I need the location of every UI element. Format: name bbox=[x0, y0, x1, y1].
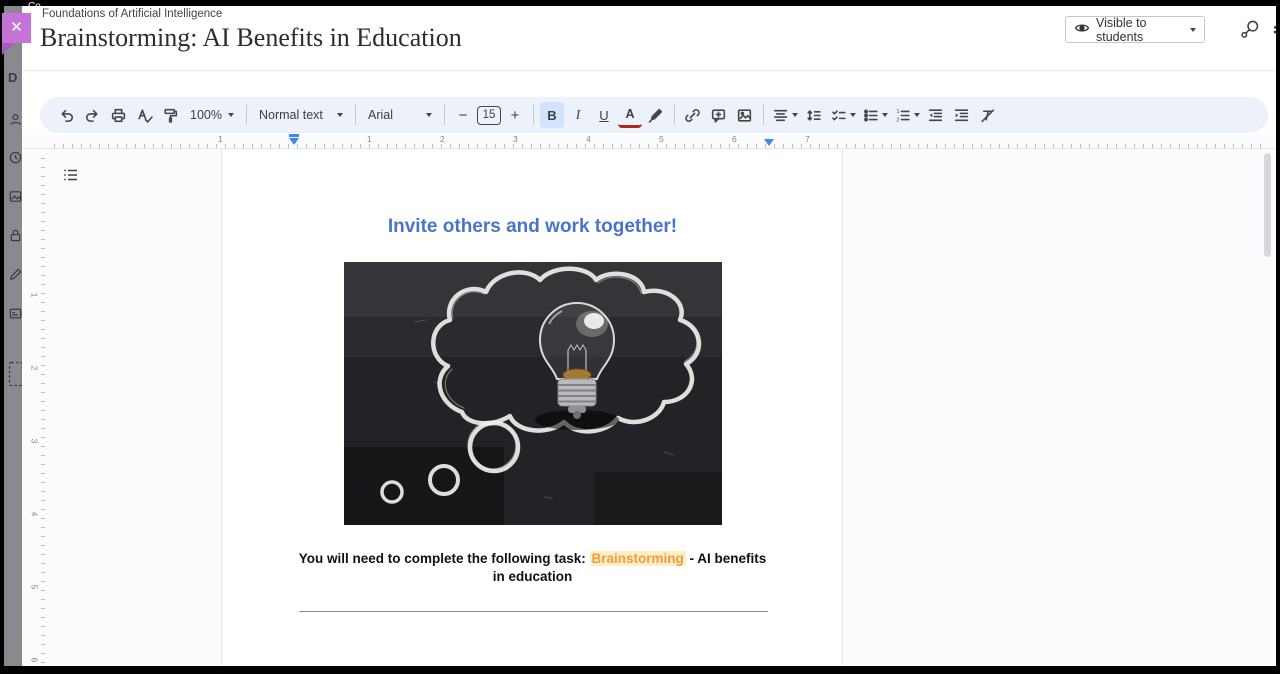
left-indent-marker[interactable] bbox=[289, 134, 299, 145]
ruler-number: 2 bbox=[440, 134, 445, 144]
bulleted-list-button[interactable] bbox=[860, 102, 890, 128]
lock-icon[interactable] bbox=[8, 228, 22, 248]
ruler-number: 3 bbox=[513, 134, 518, 144]
ruler-number: 6 bbox=[29, 658, 39, 663]
chevron-down-icon bbox=[228, 113, 234, 117]
doc-task-paragraph[interactable]: You will need to complete the following … bbox=[295, 550, 770, 585]
pencil-icon[interactable] bbox=[8, 267, 22, 287]
svg-text:2: 2 bbox=[897, 117, 900, 123]
close-button-tail bbox=[2, 43, 15, 55]
zoom-value: 100% bbox=[190, 108, 222, 122]
ruler-number: 1 bbox=[218, 134, 223, 144]
visibility-dropdown[interactable]: Visible to students bbox=[1065, 16, 1205, 43]
highlight-color-button[interactable] bbox=[644, 102, 668, 128]
editor-toolbar: 100% Normal text Arial − 15 + B I U A bbox=[40, 97, 1268, 133]
doc-heading[interactable]: Invite others and work together! bbox=[295, 216, 770, 238]
task-prefix: You will need to complete the following … bbox=[299, 551, 590, 566]
print-button[interactable] bbox=[106, 102, 130, 128]
ruler-number: 4 bbox=[29, 512, 39, 517]
student-view-icon[interactable] bbox=[1239, 19, 1261, 41]
document-outline-icon[interactable] bbox=[62, 166, 80, 184]
toolbar-separator bbox=[763, 105, 764, 125]
toolbar-separator bbox=[246, 105, 247, 125]
increase-font-button[interactable]: + bbox=[503, 102, 527, 128]
insert-link-button[interactable] bbox=[681, 102, 705, 128]
breadcrumb: Foundations of Artificial Intelligence bbox=[42, 8, 222, 20]
right-indent-marker[interactable] bbox=[764, 139, 774, 146]
gear-icon[interactable] bbox=[1271, 19, 1276, 41]
font-family-select[interactable]: Arial bbox=[362, 102, 438, 128]
chevron-down-icon bbox=[337, 113, 343, 117]
insert-image-button[interactable] bbox=[733, 102, 757, 128]
task-highlight: Brainstorming bbox=[590, 551, 686, 566]
toolbar-separator bbox=[533, 105, 534, 125]
horizontal-ruler: 1 1 2 3 4 5 6 7 bbox=[46, 136, 1262, 148]
chevron-down-icon bbox=[850, 113, 856, 117]
header-divider bbox=[22, 70, 1276, 71]
document-page[interactable]: Invite others and work together! bbox=[221, 150, 843, 666]
ruler-ticks bbox=[41, 150, 45, 666]
content-panel: Foundations of Artificial Intelligence B… bbox=[22, 6, 1276, 666]
ruler-number: 1 bbox=[29, 293, 39, 298]
chevron-down-icon bbox=[914, 113, 920, 117]
ruler-number: 7 bbox=[805, 134, 810, 144]
ruler-number: 6 bbox=[732, 134, 737, 144]
chevron-down-icon bbox=[1190, 28, 1196, 32]
ruler-divider bbox=[22, 148, 1276, 149]
chevron-down-icon bbox=[426, 113, 432, 117]
text-color-button[interactable]: A bbox=[618, 102, 642, 128]
zoom-select[interactable]: 100% bbox=[184, 102, 240, 128]
clear-formatting-button[interactable] bbox=[976, 102, 1000, 128]
paint-format-button[interactable] bbox=[158, 102, 182, 128]
redo-button[interactable] bbox=[80, 102, 104, 128]
account-icon[interactable] bbox=[8, 112, 22, 132]
vertical-ruler: 1 2 3 4 5 6 bbox=[33, 150, 45, 666]
ruler-number: 5 bbox=[29, 585, 39, 590]
ruler-number: 1 bbox=[367, 134, 372, 144]
ruler-number: 4 bbox=[586, 134, 591, 144]
ruler-number: 3 bbox=[29, 439, 39, 444]
lms-sidebar: D bbox=[4, 6, 22, 666]
numbered-list-button[interactable]: 12 bbox=[892, 102, 922, 128]
visibility-label: Visible to students bbox=[1096, 16, 1184, 44]
style-value: Normal text bbox=[259, 108, 323, 122]
page-title: Brainstorming: AI Benefits in Education bbox=[40, 23, 462, 53]
spellcheck-button[interactable] bbox=[132, 102, 156, 128]
font-size-input[interactable]: 15 bbox=[477, 106, 501, 125]
sidebar-letter: D bbox=[8, 70, 17, 85]
close-button[interactable]: ✕ bbox=[2, 13, 31, 43]
add-comment-button[interactable] bbox=[707, 102, 731, 128]
toolbar-separator bbox=[355, 105, 356, 125]
horizontal-rule bbox=[299, 611, 768, 612]
section-marquee-icon[interactable] bbox=[8, 361, 22, 392]
id-card-icon[interactable] bbox=[8, 306, 22, 326]
decrease-indent-button[interactable] bbox=[924, 102, 948, 128]
checklist-button[interactable] bbox=[828, 102, 858, 128]
undo-button[interactable] bbox=[54, 102, 78, 128]
chevron-down-icon bbox=[882, 113, 888, 117]
chevron-down-icon bbox=[792, 113, 798, 117]
toolbar-separator bbox=[444, 105, 445, 125]
italic-button[interactable]: I bbox=[566, 102, 590, 128]
font-value: Arial bbox=[368, 108, 393, 122]
svg-text:1: 1 bbox=[897, 109, 900, 115]
ruler-number: 5 bbox=[659, 134, 664, 144]
align-button[interactable] bbox=[770, 102, 800, 128]
eye-icon bbox=[1074, 21, 1090, 38]
scrollbar-thumb[interactable] bbox=[1264, 153, 1271, 257]
decrease-font-button[interactable]: − bbox=[451, 102, 475, 128]
toolbar-separator bbox=[674, 105, 675, 125]
underline-button[interactable]: U bbox=[592, 102, 616, 128]
line-spacing-button[interactable] bbox=[802, 102, 826, 128]
paragraph-style-select[interactable]: Normal text bbox=[253, 102, 349, 128]
history-icon[interactable] bbox=[8, 150, 22, 170]
bold-button[interactable]: B bbox=[540, 102, 564, 128]
document-canvas: 1 1 2 3 4 5 6 7 1 2 3 4 5 6 bbox=[22, 134, 1276, 666]
media-icon[interactable] bbox=[8, 189, 22, 209]
ruler-number: 2 bbox=[29, 366, 39, 371]
increase-indent-button[interactable] bbox=[950, 102, 974, 128]
lightbulb-chalkboard-image[interactable] bbox=[344, 262, 722, 525]
